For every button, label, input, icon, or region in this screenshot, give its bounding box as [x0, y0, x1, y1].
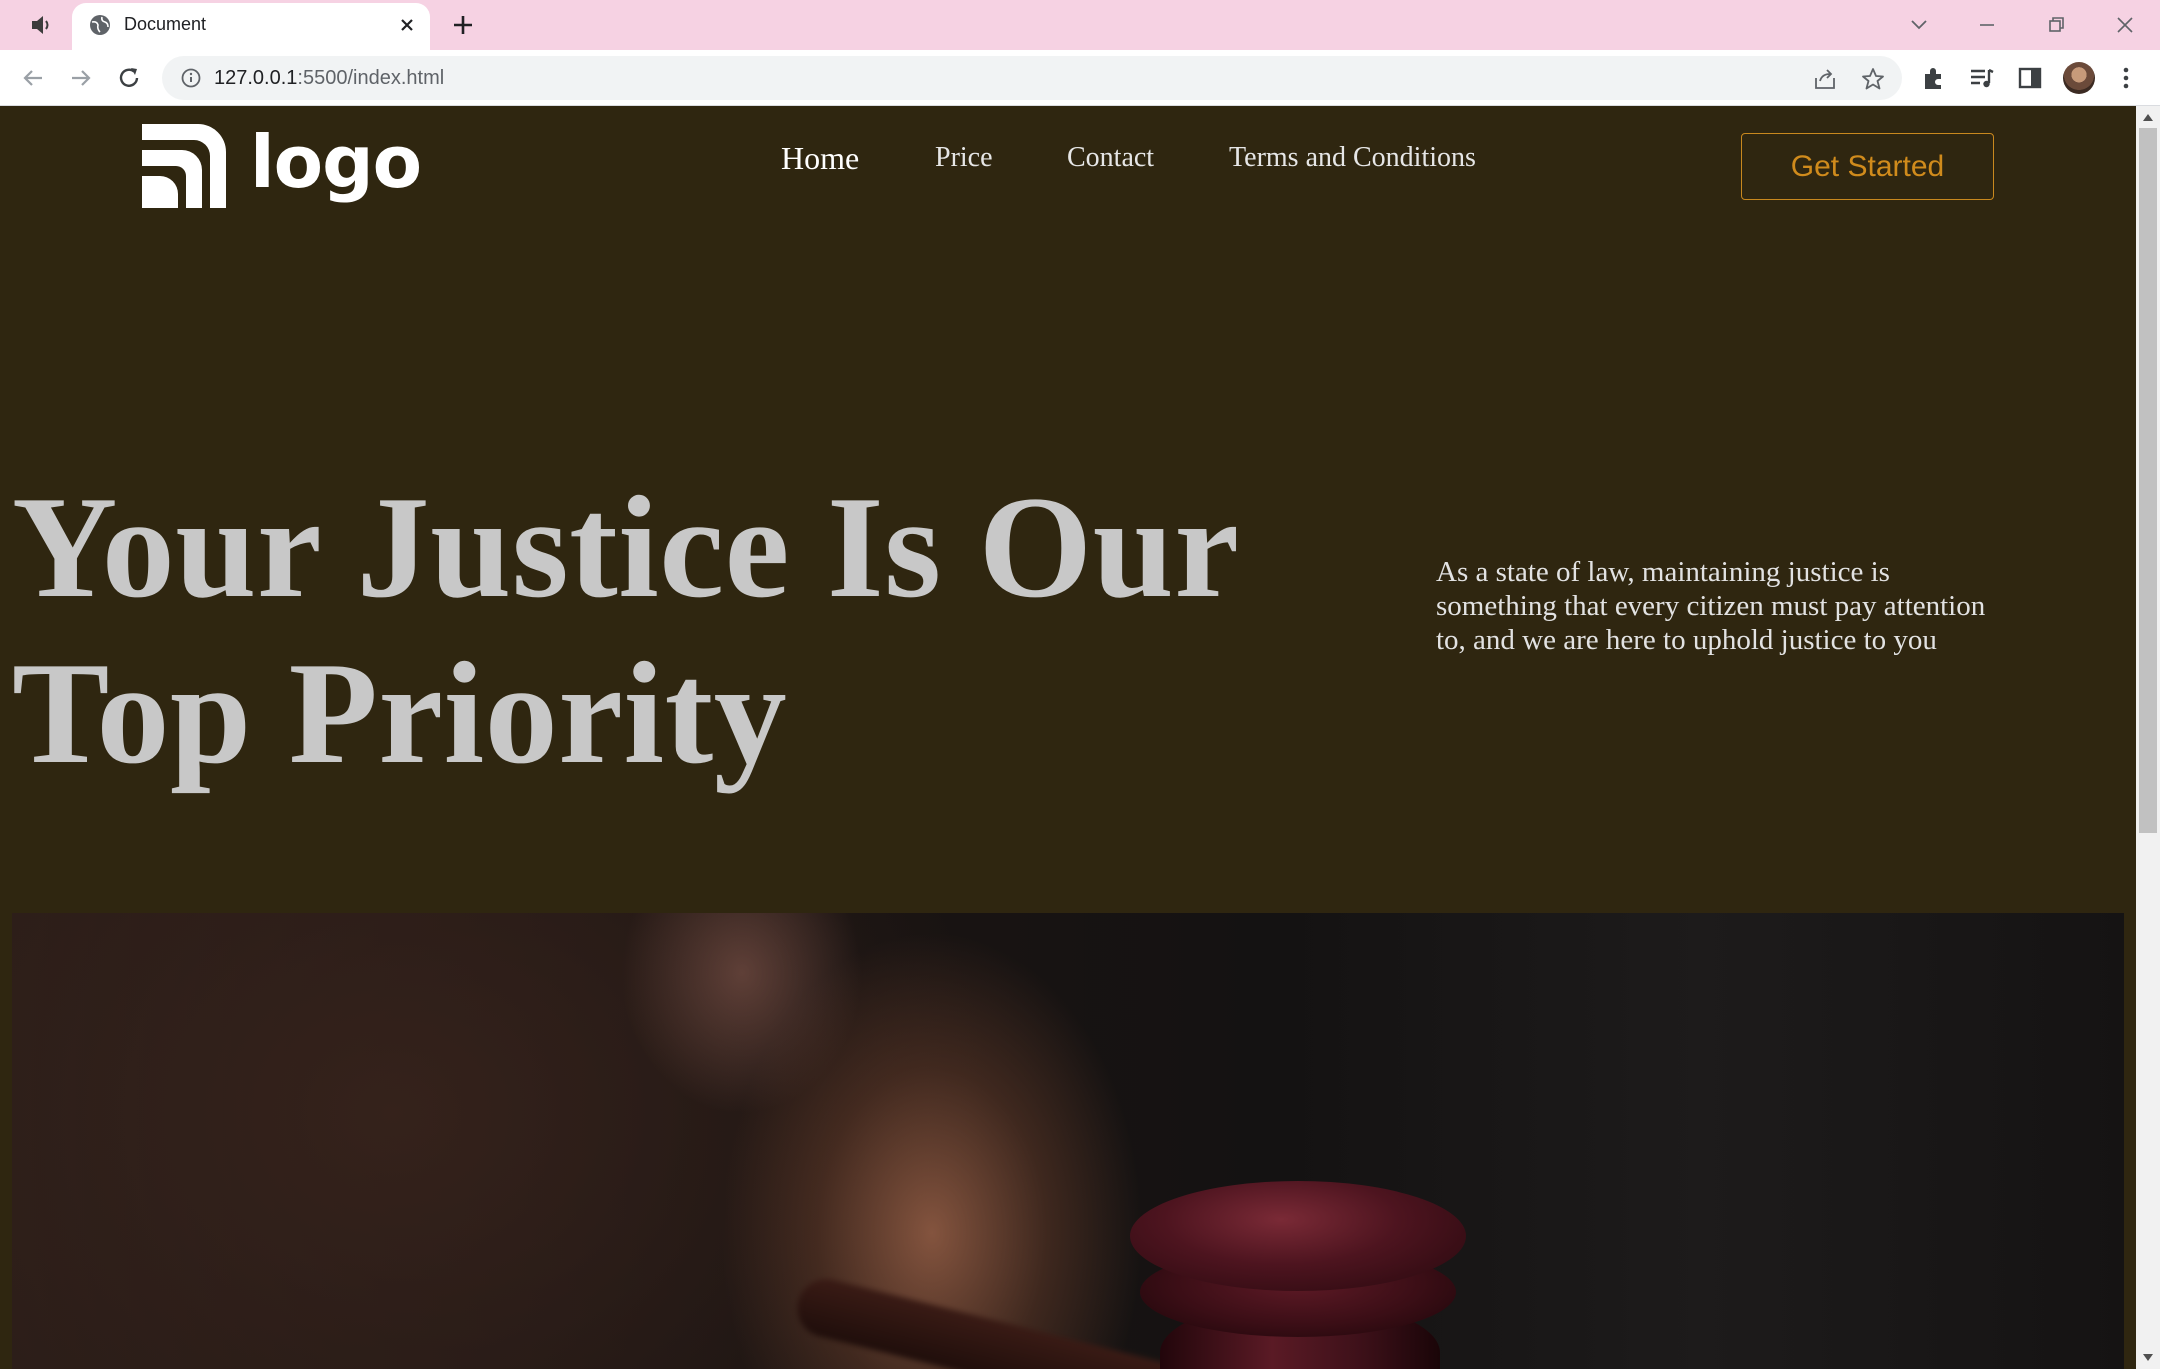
- plus-icon[interactable]: [450, 12, 476, 38]
- share-icon[interactable]: [1812, 66, 1838, 92]
- address-bar[interactable]: 127.0.0.1:5500/index.html: [162, 56, 1902, 100]
- globe-icon: [90, 15, 110, 35]
- scroll-down-icon[interactable]: [2142, 1353, 2154, 1363]
- page-viewport: logo Home Price Contact Terms and Condit…: [0, 106, 2136, 1369]
- chevron-down-icon[interactable]: [1904, 10, 1934, 40]
- hero-description: As a state of law, maintaining justice i…: [1436, 556, 1986, 656]
- logo-text[interactable]: logo: [250, 126, 422, 198]
- scroll-up-icon[interactable]: [2142, 112, 2154, 122]
- tab-strip: Document: [0, 0, 2160, 50]
- nav-terms[interactable]: Terms and Conditions: [1229, 142, 1476, 174]
- hero-title: Your Justice Is Our Top Priority: [12, 464, 1342, 796]
- browser-toolbar: 127.0.0.1:5500/index.html: [0, 50, 2160, 106]
- hero-gavel-image: [12, 913, 2124, 1369]
- hero-title-line-1: Your Justice Is Our: [12, 466, 1240, 628]
- star-icon[interactable]: [1860, 66, 1886, 92]
- reload-icon[interactable]: [114, 63, 144, 93]
- extensions-icon[interactable]: [1920, 64, 1948, 92]
- url-host: 127.0.0.1: [214, 67, 298, 89]
- speaker-icon[interactable]: [26, 12, 56, 38]
- url-path: :5500/index.html: [297, 67, 445, 89]
- close-icon[interactable]: [396, 14, 418, 36]
- logo-icon[interactable]: [138, 120, 230, 212]
- nav-home[interactable]: Home: [781, 140, 859, 177]
- nav-contact[interactable]: Contact: [1067, 142, 1154, 174]
- close-window-icon[interactable]: [2110, 10, 2140, 40]
- gavel-head: [1130, 1181, 1466, 1291]
- nav-price[interactable]: Price: [935, 142, 993, 174]
- restore-icon[interactable]: [2041, 10, 2071, 40]
- get-started-button[interactable]: Get Started: [1741, 133, 1994, 200]
- hero-title-line-2: Top Priority: [12, 632, 788, 794]
- scrollbar-thumb[interactable]: [2139, 128, 2157, 833]
- minimize-icon[interactable]: [1972, 10, 2002, 40]
- tab-title: Document: [124, 14, 207, 34]
- url-text[interactable]: 127.0.0.1:5500/index.html: [214, 67, 444, 90]
- media-icon[interactable]: [1968, 64, 1996, 92]
- menu-icon[interactable]: [2112, 64, 2140, 92]
- side-panel-icon[interactable]: [2016, 64, 2044, 92]
- back-icon[interactable]: [18, 63, 48, 93]
- info-icon[interactable]: [180, 67, 202, 89]
- forward-icon[interactable]: [66, 63, 96, 93]
- avatar[interactable]: [2063, 62, 2095, 94]
